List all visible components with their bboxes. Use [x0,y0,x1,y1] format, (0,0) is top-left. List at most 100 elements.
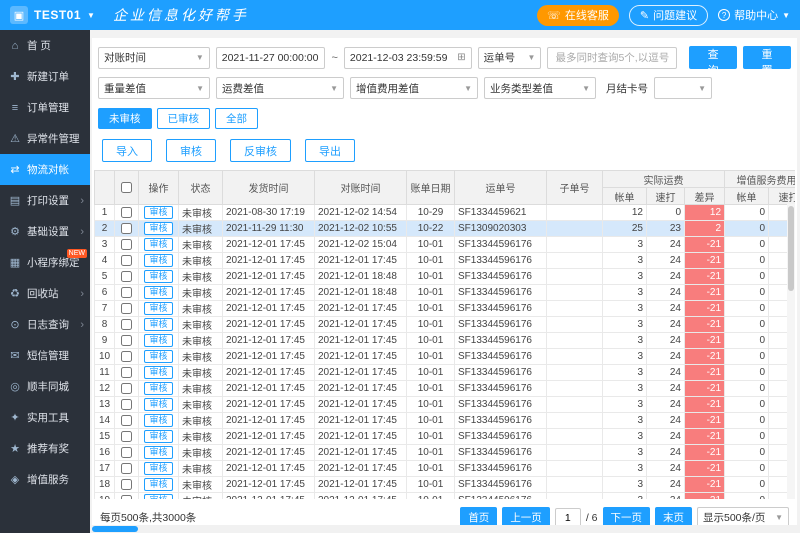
import-button[interactable]: 导入 [102,139,152,162]
table-row[interactable]: 11审核未审核2021-12-01 17:452021-12-01 17:451… [95,365,796,381]
table-row[interactable]: 4审核未审核2021-12-01 17:452021-12-01 17:4510… [95,253,796,269]
table-row[interactable]: 1审核未审核2021-08-30 17:192021-12-02 14:5410… [95,205,796,221]
waybill-type-select[interactable]: 运单号 ▼ [478,47,542,69]
last-page-button[interactable]: 末页 [655,507,692,525]
row-checkbox[interactable] [121,367,132,378]
row-audit-button[interactable]: 审核 [144,286,172,299]
freight-diff-select[interactable]: 运费差值 ▼ [216,77,344,99]
row-checkbox[interactable] [121,207,132,218]
row-audit-button[interactable]: 审核 [144,318,172,331]
row-audit-button[interactable]: 审核 [144,478,172,491]
sidebar-item-0[interactable]: ⌂首 页 [0,30,90,61]
row-audit-button[interactable]: 审核 [144,302,172,315]
prev-page-button[interactable]: 上一页 [502,507,550,525]
date-to-input[interactable]: 2021-12-03 23:59:59 ⊞ [344,47,472,69]
row-audit-button[interactable]: 审核 [144,238,172,251]
table-row[interactable]: 18审核未审核2021-12-01 17:452021-12-01 17:451… [95,477,796,493]
table-row[interactable]: 19审核未审核2021-12-01 17:452021-12-01 17:451… [95,493,796,500]
export-button[interactable]: 导出 [305,139,355,162]
row-checkbox[interactable] [121,223,132,234]
help-center-menu[interactable]: ? 帮助中心 ▼ [718,7,790,23]
row-audit-button[interactable]: 审核 [144,366,172,379]
monthly-card-select[interactable]: ▼ [654,77,712,99]
table-row[interactable]: 12审核未审核2021-12-01 17:452021-12-01 17:451… [95,381,796,397]
page-size-select[interactable]: 显示500条/页 ▼ [697,507,789,525]
sidebar-item-10[interactable]: ✉短信管理 [0,340,90,371]
row-checkbox[interactable] [121,255,132,266]
row-checkbox[interactable] [121,287,132,298]
sidebar-item-3[interactable]: ⚠异常件管理 [0,123,90,154]
table-row[interactable]: 15审核未审核2021-12-01 17:452021-12-01 17:451… [95,429,796,445]
time-type-select[interactable]: 对账时间 ▼ [98,47,210,69]
tab-all[interactable]: 全部 [215,108,258,129]
sidebar-item-12[interactable]: ✦实用工具 [0,402,90,433]
sidebar-item-8[interactable]: ♻回收站› [0,278,90,309]
table-row[interactable]: 8审核未审核2021-12-01 17:452021-12-01 17:4510… [95,317,796,333]
row-audit-button[interactable]: 审核 [144,430,172,443]
row-audit-button[interactable]: 审核 [144,398,172,411]
sidebar-item-14[interactable]: ◈增值服务 [0,464,90,495]
tab-audited[interactable]: 已审核 [157,108,211,129]
sidebar-item-2[interactable]: ≡订单管理 [0,92,90,123]
waybill-search-input[interactable] [553,51,671,65]
row-checkbox[interactable] [121,271,132,282]
tab-unaudited[interactable]: 未审核 [98,108,152,129]
vertical-scrollbar-thumb[interactable] [788,206,794,291]
sidebar-item-6[interactable]: ⚙基础设置› [0,216,90,247]
row-audit-button[interactable]: 审核 [144,494,172,499]
horizontal-scrollbar[interactable] [90,525,800,533]
table-row[interactable]: 6审核未审核2021-12-01 17:452021-12-01 18:4810… [95,285,796,301]
table-row[interactable]: 14审核未审核2021-12-01 17:452021-12-01 17:451… [95,413,796,429]
row-audit-button[interactable]: 审核 [144,254,172,267]
row-audit-button[interactable]: 审核 [144,270,172,283]
date-from-input[interactable]: 2021-11-27 00:00:00 [216,47,326,69]
table-row[interactable]: 5审核未审核2021-12-01 17:452021-12-01 18:4810… [95,269,796,285]
row-checkbox[interactable] [121,239,132,250]
row-checkbox[interactable] [121,319,132,330]
sidebar-item-4[interactable]: ⇄物流对帐 [0,154,90,185]
table-row[interactable]: 2审核未审核2021-11-29 11:302021-12-02 10:5510… [95,221,796,237]
row-checkbox[interactable] [121,463,132,474]
row-audit-button[interactable]: 审核 [144,206,172,219]
online-service-button[interactable]: ☏ 在线客服 [537,5,619,26]
table-row[interactable]: 9审核未审核2021-12-01 17:452021-12-01 17:4510… [95,333,796,349]
row-audit-button[interactable]: 审核 [144,446,172,459]
table-row[interactable]: 3审核未审核2021-12-01 17:452021-12-02 15:0410… [95,237,796,253]
row-checkbox[interactable] [121,303,132,314]
first-page-button[interactable]: 首页 [460,507,497,525]
table-row[interactable]: 7审核未审核2021-12-01 17:452021-12-01 17:4510… [95,301,796,317]
row-checkbox[interactable] [121,399,132,410]
audit-button[interactable]: 审核 [166,139,216,162]
table-row[interactable]: 16审核未审核2021-12-01 17:452021-12-01 17:451… [95,445,796,461]
row-checkbox[interactable] [121,351,132,362]
search-button[interactable]: 查询 [689,46,737,69]
row-checkbox[interactable] [121,335,132,346]
unaudit-button[interactable]: 反审核 [230,139,291,162]
sidebar-item-7[interactable]: ▦小程序绑定NEW [0,247,90,278]
account-name[interactable]: TEST01 [34,8,81,22]
row-audit-button[interactable]: 审核 [144,382,172,395]
row-checkbox[interactable] [121,383,132,394]
sidebar-item-1[interactable]: ✚新建订单 [0,61,90,92]
row-checkbox[interactable] [121,415,132,426]
feedback-button[interactable]: ✎ 问题建议 [629,5,708,26]
table-row[interactable]: 17审核未审核2021-12-01 17:452021-12-01 17:451… [95,461,796,477]
biz-type-diff-select[interactable]: 业务类型差值 ▼ [484,77,596,99]
row-audit-button[interactable]: 审核 [144,334,172,347]
vas-fee-diff-select[interactable]: 增值费用差值 ▼ [350,77,478,99]
row-audit-button[interactable]: 审核 [144,222,172,235]
table-row[interactable]: 13审核未审核2021-12-01 17:452021-12-01 17:451… [95,397,796,413]
horizontal-scrollbar-thumb[interactable] [92,526,138,532]
next-page-button[interactable]: 下一页 [603,507,651,525]
row-checkbox[interactable] [121,431,132,442]
row-audit-button[interactable]: 审核 [144,350,172,363]
sidebar-item-13[interactable]: ★推荐有奖 [0,433,90,464]
row-audit-button[interactable]: 审核 [144,414,172,427]
weight-diff-select[interactable]: 重量差值 ▼ [98,77,210,99]
page-number-input[interactable] [555,508,581,525]
select-all-checkbox[interactable] [121,182,132,193]
row-checkbox[interactable] [121,447,132,458]
row-checkbox[interactable] [121,479,132,490]
table-row[interactable]: 10审核未审核2021-12-01 17:452021-12-01 17:451… [95,349,796,365]
reset-button[interactable]: 重置 [743,46,791,69]
